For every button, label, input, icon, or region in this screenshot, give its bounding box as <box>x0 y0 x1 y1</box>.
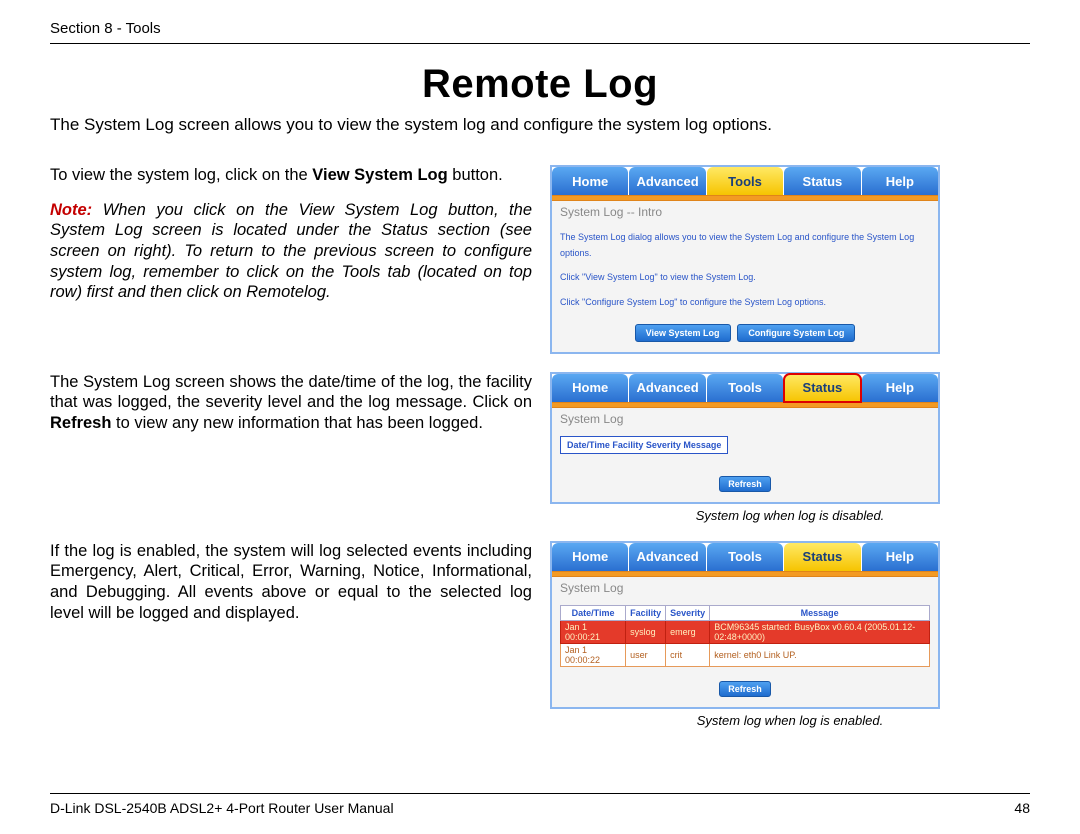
view-system-log-button[interactable]: View System Log <box>635 324 731 342</box>
tab-advanced[interactable]: Advanced <box>629 167 705 195</box>
cell-sev: crit <box>666 643 710 666</box>
col-datetime: Date/Time <box>561 605 626 620</box>
log-table-header: Date/Time Facility Severity Message <box>560 436 728 454</box>
tab-help[interactable]: Help <box>862 167 938 195</box>
tab-advanced[interactable]: Advanced <box>629 374 705 402</box>
table-row: Jan 1 00:00:22 user crit kernel: eth0 Li… <box>561 643 930 666</box>
configure-system-log-button[interactable]: Configure System Log <box>737 324 855 342</box>
para1c: button. <box>448 166 503 184</box>
note-paragraph: Note: When you click on the View System … <box>50 200 532 303</box>
screenshot-status-enabled: Home Advanced Tools Status Help System L… <box>550 541 940 709</box>
col-severity: Severity <box>666 605 710 620</box>
panel1-line1: The System Log dialog allows you to view… <box>560 229 930 261</box>
screenshot-status-disabled: Home Advanced Tools Status Help System L… <box>550 372 940 504</box>
para1-bold: View System Log <box>312 166 447 184</box>
panel1-line3: Click "Configure System Log" to configur… <box>560 294 930 310</box>
cell-fac: user <box>626 643 666 666</box>
para2a: The System Log screen shows the date/tim… <box>50 373 532 412</box>
tab-home[interactable]: Home <box>552 167 628 195</box>
page-title: Remote Log <box>50 62 1030 107</box>
cell-msg: kernel: eth0 Link UP. <box>710 643 930 666</box>
table-header-row: Date/Time Facility Severity Message <box>561 605 930 620</box>
para1a: To view the system log, click on the <box>50 166 312 184</box>
panel3-title: System Log <box>560 581 930 595</box>
panel2-title: System Log <box>560 412 930 426</box>
cell-dt: Jan 1 00:00:22 <box>561 643 626 666</box>
screenshot-tools-intro: Home Advanced Tools Status Help System L… <box>550 165 940 354</box>
paragraph-view-log: To view the system log, click on the Vie… <box>50 165 532 186</box>
tab-tools[interactable]: Tools <box>707 167 783 195</box>
cell-msg: BCM96345 started: BusyBox v0.60.4 (2005.… <box>710 620 930 643</box>
note-text: When you click on the View System Log bu… <box>50 201 532 302</box>
tab-tools[interactable]: Tools <box>707 374 783 402</box>
tab-status[interactable]: Status <box>784 543 860 571</box>
log-table: Date/Time Facility Severity Message Jan … <box>560 605 930 667</box>
note-label: Note: <box>50 201 92 219</box>
intro-text: The System Log screen allows you to view… <box>50 115 1030 135</box>
para2-bold: Refresh <box>50 414 111 432</box>
tab-help[interactable]: Help <box>862 543 938 571</box>
cell-sev: emerg <box>666 620 710 643</box>
refresh-button[interactable]: Refresh <box>719 476 771 492</box>
footer-left: D-Link DSL-2540B ADSL2+ 4-Port Router Us… <box>50 800 394 816</box>
col-facility: Facility <box>626 605 666 620</box>
tab-help[interactable]: Help <box>862 374 938 402</box>
tab-status[interactable]: Status <box>784 167 860 195</box>
tab-status[interactable]: Status <box>784 374 860 402</box>
table-row: Jan 1 00:00:21 syslog emerg BCM96345 sta… <box>561 620 930 643</box>
col-message: Message <box>710 605 930 620</box>
tab-home[interactable]: Home <box>552 374 628 402</box>
panel1-line2: Click "View System Log" to view the Syst… <box>560 269 930 285</box>
caption-disabled: System log when log is disabled. <box>550 508 1030 523</box>
section-header: Section 8 - Tools <box>50 20 1030 37</box>
refresh-button[interactable]: Refresh <box>719 681 771 697</box>
tab-advanced[interactable]: Advanced <box>629 543 705 571</box>
para2c: to view any new information that has bee… <box>111 414 482 432</box>
caption-enabled: System log when log is enabled. <box>550 713 1030 728</box>
tab-tools[interactable]: Tools <box>707 543 783 571</box>
cell-fac: syslog <box>626 620 666 643</box>
tab-home[interactable]: Home <box>552 543 628 571</box>
panel1-title: System Log -- Intro <box>560 205 930 219</box>
page-footer: D-Link DSL-2540B ADSL2+ 4-Port Router Us… <box>50 793 1030 816</box>
top-rule <box>50 43 1030 44</box>
paragraph-enabled: If the log is enabled, the system will l… <box>50 541 532 624</box>
footer-page-number: 48 <box>1014 800 1030 816</box>
cell-dt: Jan 1 00:00:21 <box>561 620 626 643</box>
paragraph-system-log: The System Log screen shows the date/tim… <box>50 372 532 434</box>
